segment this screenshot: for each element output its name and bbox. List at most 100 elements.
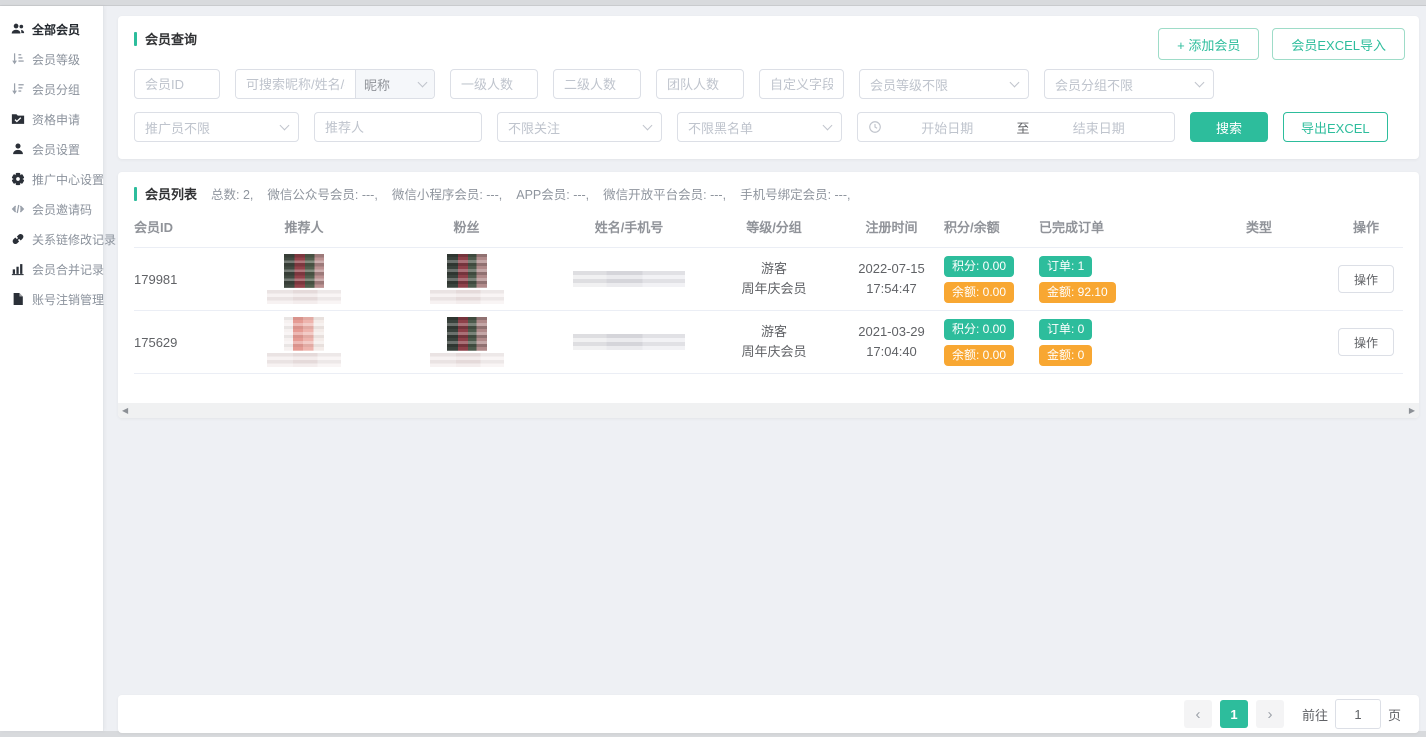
- sidebar-item-bar-chart[interactable]: 会员合并记录: [0, 254, 103, 284]
- excel-import-button[interactable]: 会员EXCEL导入: [1272, 28, 1405, 60]
- fans-cell: [384, 313, 549, 371]
- action-cell: 操作: [1329, 328, 1403, 356]
- member-group-select[interactable]: 会员分组不限: [1044, 69, 1214, 99]
- date-start-placeholder[interactable]: 开始日期: [882, 118, 1013, 137]
- member-stat: 总数: 2,: [211, 188, 253, 202]
- column-header: 等级/分组: [709, 217, 839, 236]
- keyword-input[interactable]: [236, 70, 355, 98]
- points-badge: 积分: 0.00: [944, 256, 1014, 277]
- name-blurred: [430, 353, 504, 367]
- member-id-input[interactable]: [134, 69, 220, 99]
- goto-label: 前往: [1302, 705, 1328, 724]
- sidebar-item-code[interactable]: 会员邀请码: [0, 194, 103, 224]
- sidebar-item-label: 会员分组: [32, 81, 80, 98]
- level2-count-input[interactable]: [553, 69, 641, 99]
- sidebar-item-label: 会员合并记录: [32, 261, 104, 278]
- link-icon: [11, 232, 25, 246]
- column-header: 类型: [1189, 217, 1329, 236]
- amount-badge: 金额: 92.10: [1039, 282, 1116, 303]
- member-stat: 微信开放平台会员: ---,: [603, 188, 726, 202]
- title-accent-bar: [134, 32, 137, 46]
- keyword-type-select[interactable]: 昵称: [355, 70, 434, 98]
- follow-select[interactable]: 不限关注: [497, 112, 662, 142]
- add-member-button[interactable]: + 添加会员: [1158, 28, 1259, 60]
- chevron-down-icon: [418, 78, 428, 88]
- table-body: 179981游客周年庆会员2022-07-1517:54:47积分: 0.00余…: [134, 248, 1403, 374]
- sidebar-item-sort-alpha[interactable]: 会员分组: [0, 74, 103, 104]
- blacklist-select[interactable]: 不限黑名单: [677, 112, 842, 142]
- register-time: 17:54:47: [839, 279, 944, 299]
- date-end-placeholder[interactable]: 结束日期: [1034, 118, 1165, 137]
- member-id-cell: 179981: [134, 272, 224, 287]
- sort-numeric-icon: [11, 52, 25, 66]
- column-header: 操作: [1329, 217, 1403, 236]
- users-icon: [11, 22, 25, 36]
- points-balance-cell: 积分: 0.00 余额: 0.00: [944, 319, 1039, 366]
- column-header: 姓名/手机号: [549, 217, 709, 236]
- chevron-down-icon: [823, 121, 833, 131]
- sidebar-item-file[interactable]: 账号注销管理: [0, 284, 103, 314]
- member-stat: 微信小程序会员: ---,: [392, 188, 502, 202]
- column-header: 会员ID: [134, 217, 224, 236]
- custom-field-input[interactable]: [759, 69, 844, 99]
- name-blurred: [430, 290, 504, 304]
- row-action-button[interactable]: 操作: [1338, 328, 1394, 356]
- sidebar-item-users[interactable]: 全部会员: [0, 14, 103, 44]
- sidebar-item-user[interactable]: 会员设置: [0, 134, 103, 164]
- group-label: 周年庆会员: [709, 342, 839, 362]
- clock-icon: [868, 120, 882, 134]
- orders-cell: 订单: 1 金额: 92.10: [1039, 256, 1189, 303]
- register-time: 17:04:40: [839, 342, 944, 362]
- member-level-select[interactable]: 会员等级不限: [859, 69, 1029, 99]
- column-header: 注册时间: [839, 217, 944, 236]
- level-group-cell: 游客周年庆会员: [709, 322, 839, 362]
- horizontal-scrollbar[interactable]: ◀ ▶: [118, 403, 1419, 418]
- column-header: 推荐人: [224, 217, 384, 236]
- sidebar-item-sort-numeric[interactable]: 会员等级: [0, 44, 103, 74]
- chevron-down-icon: [643, 121, 653, 131]
- action-cell: 操作: [1329, 265, 1403, 293]
- sidebar-item-label: 资格申请: [32, 111, 80, 128]
- member-level-value: 会员等级不限: [870, 75, 948, 94]
- phone-blurred: [573, 334, 685, 350]
- chevron-down-icon: [280, 121, 290, 131]
- sidebar-menu: 全部会员会员等级会员分组资格申请会员设置推广中心设置会员邀请码关系链修改记录会员…: [0, 14, 103, 314]
- page-1-button[interactable]: 1: [1220, 700, 1248, 728]
- sidebar-item-folder-check[interactable]: 资格申请: [0, 104, 103, 134]
- referrer-input[interactable]: [314, 112, 482, 142]
- orders-cell: 订单: 0金额: 0: [1039, 319, 1189, 366]
- points-badge: 积分: 0.00: [944, 319, 1014, 340]
- goto-page-input[interactable]: [1335, 699, 1381, 729]
- scroll-right-icon[interactable]: ▶: [1409, 407, 1415, 415]
- scroll-left-icon[interactable]: ◀: [122, 407, 128, 415]
- referrer-cell: [224, 250, 384, 308]
- folder-check-icon: [11, 112, 25, 126]
- register-time-cell: 2021-03-2917:04:40: [839, 322, 944, 362]
- balance-badge: 余额: 0.00: [944, 345, 1014, 366]
- member-stat: 微信公众号会员: ---,: [267, 188, 377, 202]
- register-date: 2022-07-15: [839, 259, 944, 279]
- prev-page-button[interactable]: ‹: [1184, 700, 1212, 728]
- level1-count-input[interactable]: [450, 69, 538, 99]
- phone-blurred: [573, 271, 685, 287]
- sort-alpha-icon: [11, 82, 25, 96]
- next-page-button[interactable]: ›: [1256, 700, 1284, 728]
- member-stats: 总数: 2,微信公众号会员: ---,微信小程序会员: ---,APP会员: -…: [211, 184, 864, 203]
- register-time-cell: 2022-07-1517:54:47: [839, 259, 944, 299]
- column-header: 已完成订单: [1039, 217, 1189, 236]
- referrer-cell: [224, 313, 384, 371]
- search-button[interactable]: 搜索: [1190, 112, 1268, 142]
- register-date-range-picker[interactable]: 开始日期 至 结束日期: [857, 112, 1175, 142]
- sidebar-item-link[interactable]: 关系链修改记录: [0, 224, 103, 254]
- export-excel-button[interactable]: 导出EXCEL: [1283, 112, 1388, 142]
- sidebar-item-gear[interactable]: 推广中心设置: [0, 164, 103, 194]
- sidebar: 全部会员会员等级会员分组资格申请会员设置推广中心设置会员邀请码关系链修改记录会员…: [0, 6, 104, 731]
- team-count-input[interactable]: [656, 69, 744, 99]
- avatar-blurred: [447, 317, 487, 351]
- promoter-select[interactable]: 推广员不限: [134, 112, 299, 142]
- member-stat: 手机号绑定会员: ---,: [740, 188, 850, 202]
- blacklist-value: 不限黑名单: [688, 118, 753, 137]
- orders-badge: 订单: 1: [1039, 256, 1092, 277]
- row-action-button[interactable]: 操作: [1338, 265, 1394, 293]
- name-blurred: [267, 353, 341, 367]
